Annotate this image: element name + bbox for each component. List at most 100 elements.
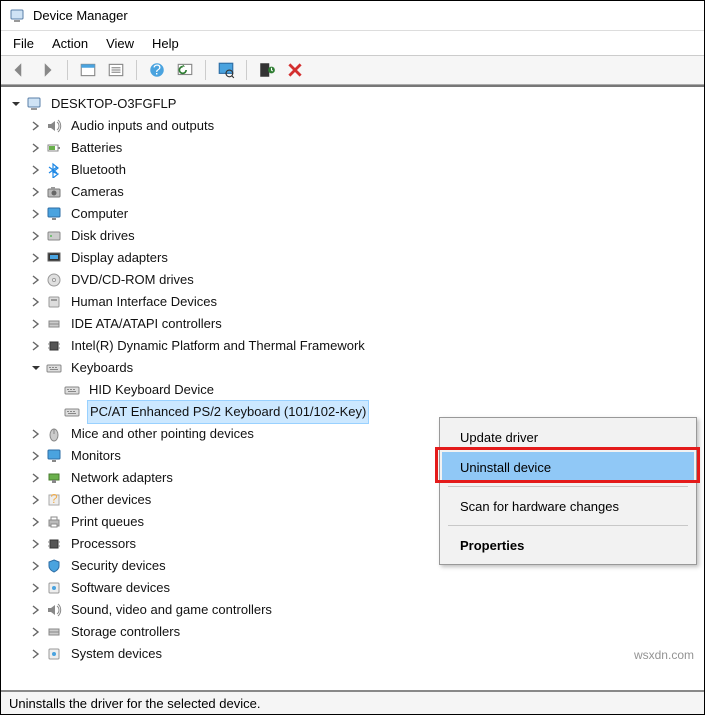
other-icon: [45, 491, 63, 509]
menu-action[interactable]: Action: [52, 36, 88, 51]
tree-label: Intel(R) Dynamic Platform and Thermal Fr…: [69, 335, 367, 357]
tree-item-system[interactable]: System devices: [5, 643, 700, 665]
help-button[interactable]: [145, 58, 169, 82]
expand-icon[interactable]: [29, 449, 43, 463]
device-tree[interactable]: DESKTOP-O3FGFLP Audio inputs and outputs…: [1, 87, 704, 671]
chip-icon: [45, 337, 63, 355]
tree-item-sound[interactable]: Sound, video and game controllers: [5, 599, 700, 621]
network-icon: [45, 469, 63, 487]
disk-icon: [45, 227, 63, 245]
statusbar: Uninstalls the driver for the selected d…: [1, 690, 704, 714]
expand-icon[interactable]: [29, 471, 43, 485]
tree-item-storage[interactable]: Storage controllers: [5, 621, 700, 643]
menu-separator: [448, 486, 688, 487]
tree-label: Audio inputs and outputs: [69, 115, 216, 137]
tree-label: PC/AT Enhanced PS/2 Keyboard (101/102-Ke…: [87, 400, 369, 424]
expand-icon[interactable]: [29, 625, 43, 639]
expand-icon[interactable]: [29, 515, 43, 529]
tree-label: Mice and other pointing devices: [69, 423, 256, 445]
menu-label: Uninstall device: [460, 460, 551, 475]
tree-item-hid[interactable]: Human Interface Devices: [5, 291, 700, 313]
tree-label: Other devices: [69, 489, 153, 511]
tree-item-audio[interactable]: Audio inputs and outputs: [5, 115, 700, 137]
menu-properties[interactable]: Properties: [442, 530, 694, 560]
tree-item-display[interactable]: Display adapters: [5, 247, 700, 269]
expand-icon[interactable]: [29, 361, 43, 375]
display-icon: [45, 249, 63, 267]
tree-label: System devices: [69, 643, 164, 665]
expand-icon[interactable]: [29, 559, 43, 573]
bluetooth-icon: [45, 161, 63, 179]
monitor-icon: [45, 205, 63, 223]
expand-icon[interactable]: [29, 119, 43, 133]
expand-icon[interactable]: [29, 251, 43, 265]
expand-icon[interactable]: [29, 581, 43, 595]
titlebar: Device Manager: [1, 1, 704, 31]
menu-file[interactable]: File: [13, 36, 34, 51]
menu-label: Properties: [460, 538, 524, 553]
tree-item-hid-keyboard[interactable]: HID Keyboard Device: [5, 379, 700, 401]
tree-item-disk[interactable]: Disk drives: [5, 225, 700, 247]
tree-item-dvd[interactable]: DVD/CD-ROM drives: [5, 269, 700, 291]
toolbar-separator: [246, 60, 247, 80]
menu-scan-hardware[interactable]: Scan for hardware changes: [442, 491, 694, 521]
tree-label: DVD/CD-ROM drives: [69, 269, 196, 291]
tree-item-bluetooth[interactable]: Bluetooth: [5, 159, 700, 181]
expand-icon[interactable]: [29, 185, 43, 199]
tree-label: Network adapters: [69, 467, 175, 489]
audio-icon: [45, 601, 63, 619]
menu-update-driver[interactable]: Update driver: [442, 422, 694, 452]
camera-icon: [45, 183, 63, 201]
refresh-button[interactable]: [173, 58, 197, 82]
expand-icon[interactable]: [29, 295, 43, 309]
tree-item-cameras[interactable]: Cameras: [5, 181, 700, 203]
monitor-icon: [45, 447, 63, 465]
expand-icon[interactable]: [29, 141, 43, 155]
processor-icon: [45, 535, 63, 553]
tree-label: Human Interface Devices: [69, 291, 219, 313]
storage-icon: [45, 623, 63, 641]
tree-label: Keyboards: [69, 357, 135, 379]
expand-icon[interactable]: [29, 207, 43, 221]
tree-item-ide[interactable]: IDE ATA/ATAPI controllers: [5, 313, 700, 335]
expand-icon[interactable]: [29, 537, 43, 551]
enable-device-button[interactable]: [255, 58, 279, 82]
tree-item-computer[interactable]: Computer: [5, 203, 700, 225]
tree-root[interactable]: DESKTOP-O3FGFLP: [5, 93, 700, 115]
expand-icon[interactable]: [29, 317, 43, 331]
expand-icon[interactable]: [29, 163, 43, 177]
expand-icon[interactable]: [29, 603, 43, 617]
uninstall-device-button[interactable]: [283, 58, 307, 82]
show-hide-tree-button[interactable]: [76, 58, 100, 82]
tree-label: DESKTOP-O3FGFLP: [49, 93, 178, 115]
tree-item-batteries[interactable]: Batteries: [5, 137, 700, 159]
audio-icon: [45, 117, 63, 135]
back-button[interactable]: [7, 58, 31, 82]
expand-icon[interactable]: [29, 229, 43, 243]
expand-icon[interactable]: [29, 339, 43, 353]
status-text: Uninstalls the driver for the selected d…: [9, 696, 260, 711]
toolbar: [1, 55, 704, 85]
expand-icon[interactable]: [9, 97, 23, 111]
forward-button[interactable]: [35, 58, 59, 82]
ide-icon: [45, 315, 63, 333]
toolbar-separator: [136, 60, 137, 80]
app-icon: [9, 8, 25, 24]
expand-icon[interactable]: [29, 493, 43, 507]
battery-icon: [45, 139, 63, 157]
context-menu: Update driver Uninstall device Scan for …: [439, 417, 697, 565]
menu-view[interactable]: View: [106, 36, 134, 51]
properties-button[interactable]: [104, 58, 128, 82]
tree-item-intel[interactable]: Intel(R) Dynamic Platform and Thermal Fr…: [5, 335, 700, 357]
expand-icon[interactable]: [29, 427, 43, 441]
expand-icon[interactable]: [29, 647, 43, 661]
menu-help[interactable]: Help: [152, 36, 179, 51]
expand-icon[interactable]: [29, 273, 43, 287]
menu-uninstall-device[interactable]: Uninstall device: [442, 452, 694, 482]
scan-hardware-button[interactable]: [214, 58, 238, 82]
tree-label: Bluetooth: [69, 159, 128, 181]
tree-item-software[interactable]: Software devices: [5, 577, 700, 599]
tree-item-keyboards[interactable]: Keyboards: [5, 357, 700, 379]
window-title: Device Manager: [33, 8, 128, 23]
shield-icon: [45, 557, 63, 575]
